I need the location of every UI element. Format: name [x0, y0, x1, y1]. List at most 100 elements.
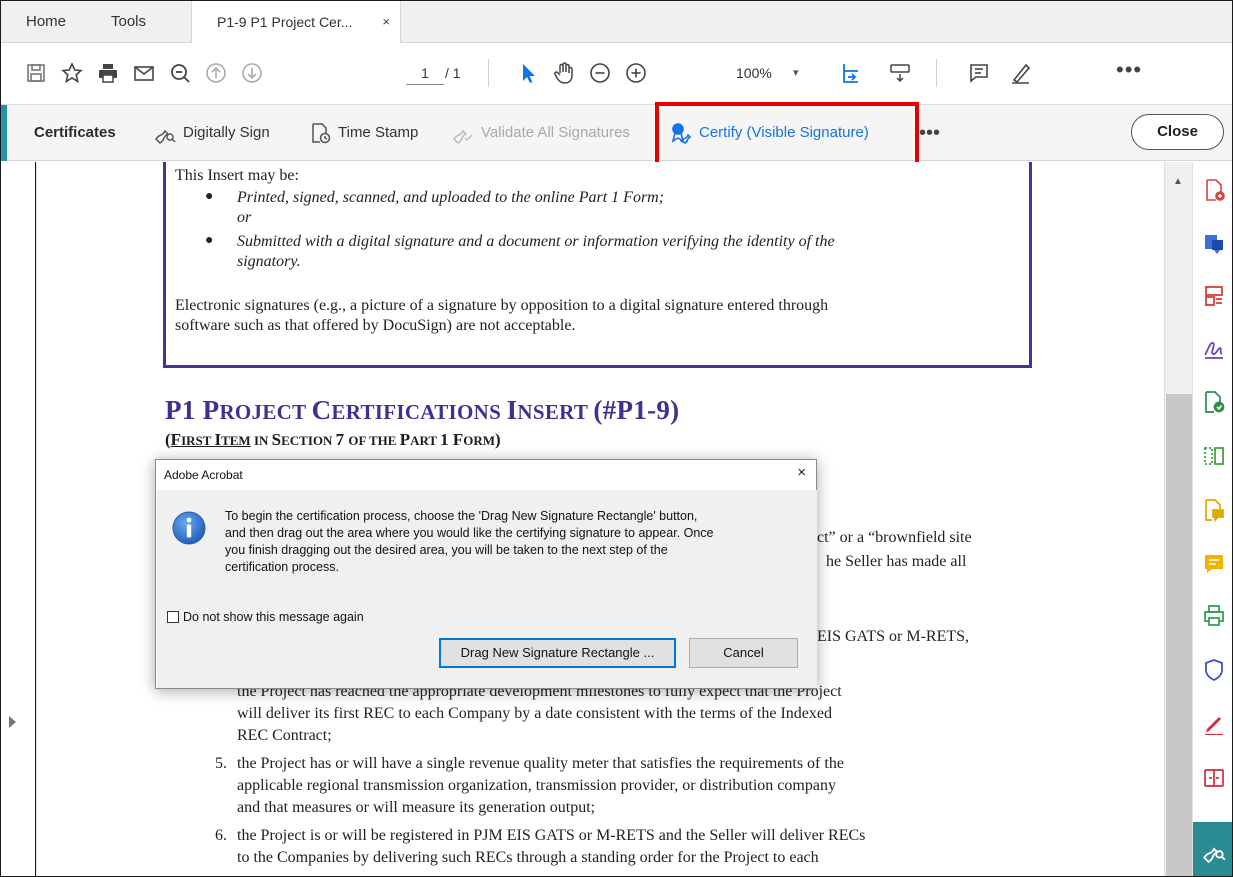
checkbox-label: Do not show this message again	[183, 610, 364, 624]
toolbar-divider	[936, 59, 937, 87]
fill-sign-icon[interactable]	[1200, 334, 1228, 362]
toolbar-divider	[488, 59, 489, 87]
sign-pen-icon	[155, 129, 176, 144]
bullet2-line1: Submitted with a digital signature and a…	[237, 233, 835, 250]
zoom-out-icon[interactable]	[585, 57, 615, 89]
scrollbar-thumb[interactable]	[1166, 394, 1192, 876]
fit-page-icon[interactable]	[836, 57, 866, 89]
item6-number: 6.	[215, 827, 227, 844]
organize-pages-icon[interactable]	[1200, 282, 1228, 310]
item5-line3: and that measures or will measure its ge…	[237, 799, 596, 816]
time-stamp-label: Time Stamp	[338, 124, 419, 141]
sign-icon[interactable]	[1200, 710, 1228, 738]
item5-line1: the Project has or will have a single re…	[237, 755, 844, 772]
hand-tool-icon[interactable]	[549, 57, 579, 89]
tab-document-label: P1-9 P1 Project Cer...	[217, 14, 353, 30]
bullet-dot: ●	[205, 233, 214, 248]
section-heading: P1 PROJECT CERTIFICATIONS INSERT (#P1-9)	[165, 395, 680, 425]
dialog-message: To begin the certification process, choo…	[225, 508, 805, 576]
do-not-show-again-checkbox[interactable]: Do not show this message again	[167, 610, 364, 624]
zoom-level-select[interactable]: 100%	[736, 61, 772, 85]
tab-document[interactable]: P1-9 P1 Project Cer... ×	[191, 1, 401, 44]
dialog-message-line: you finish dragging out the desired area…	[225, 543, 668, 557]
more-options-icon[interactable]: •••	[919, 105, 940, 161]
validate-all-signatures-button[interactable]: Validate All Signatures	[451, 105, 630, 161]
print-icon[interactable]	[93, 57, 123, 89]
digitally-sign-label: Digitally Sign	[183, 124, 270, 141]
tab-bar: Home Tools P1-9 P1 Project Cer... ×	[1, 1, 1232, 44]
dialog-message-line: To begin the certification process, choo…	[225, 509, 698, 523]
insert-intro: This Insert may be:	[175, 167, 299, 184]
or-text: or	[237, 209, 252, 226]
drag-new-signature-rectangle-button[interactable]: Drag New Signature Rectangle ...	[439, 638, 676, 668]
red-highlight-annotation	[655, 102, 919, 166]
section-subheading: (FIRST ITEM IN SECTION 7 OF THE PART 1 F…	[165, 430, 501, 449]
partial-text: EIS GATS or M-RETS,	[817, 628, 970, 645]
right-tools-panel	[1192, 162, 1232, 876]
checkbox-box[interactable]	[167, 611, 179, 623]
digitally-sign-button[interactable]: Digitally Sign	[153, 105, 270, 161]
certificates-tool-active[interactable]	[1193, 822, 1232, 876]
previous-page-icon[interactable]	[201, 57, 231, 89]
dialog-message-line: and then drag out the area where you wou…	[225, 526, 714, 540]
scroll-up-arrow-icon[interactable]: ▲	[1173, 176, 1183, 187]
cancel-button[interactable]: Cancel	[689, 638, 798, 668]
certificates-pen-icon	[1203, 847, 1226, 863]
esig-line1: Electronic signatures (e.g., a picture o…	[175, 297, 829, 314]
partial-text: ct” or a “brownfield site	[817, 529, 972, 546]
comment-icon[interactable]	[964, 57, 994, 89]
dialog-footer: Drag New Signature Rectangle ... Cancel	[157, 634, 817, 688]
dialog-close-icon[interactable]: ×	[797, 464, 806, 481]
edit-pdf-icon[interactable]	[1200, 388, 1228, 416]
close-tab-icon[interactable]: ×	[382, 1, 390, 43]
chevron-down-icon[interactable]: ▾	[793, 61, 799, 85]
dialog-title: Adobe Acrobat	[164, 468, 243, 482]
validate-signature-icon	[453, 129, 473, 144]
partial-text: he Seller has made all	[826, 553, 967, 570]
bullet2-line2: signatory.	[237, 253, 301, 270]
email-icon[interactable]	[129, 57, 159, 89]
zoom-in-icon[interactable]	[621, 57, 651, 89]
item6-line2: to the Companies by delivering such RECs…	[237, 849, 819, 866]
highlight-pen-icon[interactable]	[1006, 57, 1036, 89]
esig-line2: software such as that offered by DocuSig…	[175, 317, 576, 334]
certificates-title: Certificates	[34, 124, 116, 141]
expand-panel-arrow-icon[interactable]	[9, 716, 16, 728]
more-tools-icon[interactable]: •••	[1116, 57, 1142, 83]
certify-info-dialog: Adobe Acrobat × To begin the certificati…	[155, 459, 817, 689]
save-icon[interactable]	[21, 57, 51, 89]
certificates-accent-bar	[1, 105, 7, 161]
page-total: / 1	[445, 65, 461, 81]
time-stamp-icon	[312, 123, 331, 144]
page-number-input[interactable]: 1	[406, 61, 444, 85]
print-production-icon[interactable]	[1200, 602, 1228, 630]
left-panel-collapsed	[1, 162, 36, 876]
keyboard-scroll-icon[interactable]	[885, 57, 915, 89]
export-pdf-icon[interactable]	[1200, 230, 1228, 258]
protect-shield-icon[interactable]	[1200, 656, 1228, 684]
item6-line1: the Project is or will be registered in …	[237, 827, 866, 844]
close-certificates-button[interactable]: Close	[1131, 114, 1224, 150]
vertical-scrollbar[interactable]: ▲	[1164, 162, 1192, 876]
dialog-message-line: certification process.	[225, 560, 339, 574]
next-page-icon[interactable]	[237, 57, 267, 89]
main-toolbar: 1 / 1 100% ▾ •••	[1, 43, 1232, 105]
combine-files-icon[interactable]	[1200, 764, 1228, 792]
tab-home[interactable]: Home	[26, 1, 66, 43]
item4-line3: REC Contract;	[237, 727, 332, 744]
validate-all-label: Validate All Signatures	[481, 124, 630, 141]
bullet-dot: ●	[205, 189, 214, 204]
dialog-body: To begin the certification process, choo…	[157, 490, 817, 634]
comment-icon[interactable]	[1200, 550, 1228, 578]
create-pdf-icon[interactable]	[1200, 176, 1228, 204]
select-cursor-icon[interactable]	[513, 57, 543, 89]
tab-tools[interactable]: Tools	[111, 1, 146, 43]
bullet1-text: Printed, signed, scanned, and uploaded t…	[237, 189, 665, 206]
comment-document-icon[interactable]	[1200, 496, 1228, 524]
bookmark-star-icon[interactable]	[57, 57, 87, 89]
time-stamp-button[interactable]: Time Stamp	[308, 105, 418, 161]
compare-files-icon[interactable]	[1200, 442, 1228, 470]
item5-line2: applicable regional transmission organiz…	[237, 777, 836, 794]
search-zoom-icon[interactable]	[165, 57, 195, 89]
item4-line2: will deliver its first REC to each Compa…	[237, 705, 832, 722]
